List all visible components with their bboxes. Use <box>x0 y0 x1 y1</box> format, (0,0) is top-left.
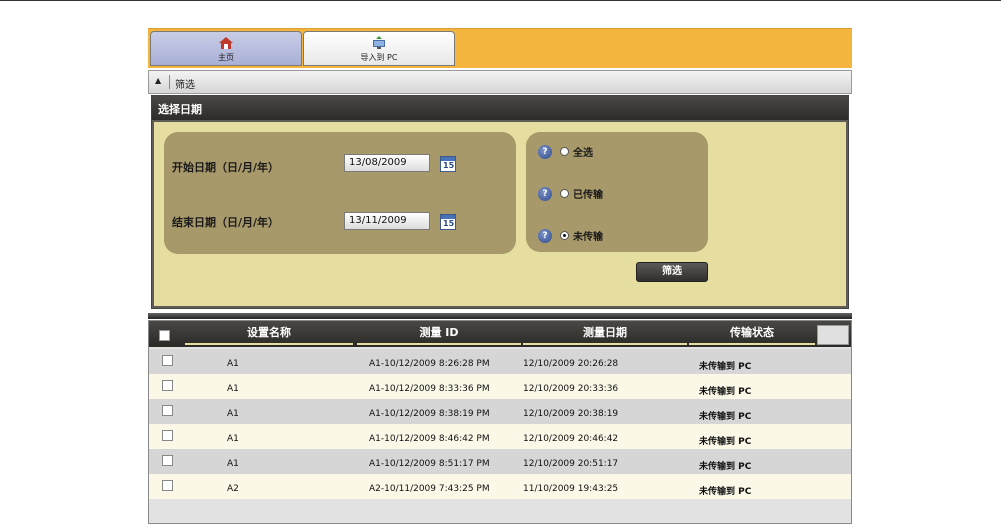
cell-setting-name: A1 <box>227 384 239 394</box>
cell-setting-name: A1 <box>227 359 239 369</box>
divider <box>169 75 170 89</box>
cell-measurement-id: A1-10/12/2009 8:38:19 PM <box>369 409 490 419</box>
row-checkbox[interactable] <box>162 380 173 391</box>
cell-transfer-status: 未传输到 PC <box>699 362 752 372</box>
help-icon[interactable]: ? <box>538 144 552 159</box>
radio-transferred[interactable] <box>560 189 569 198</box>
column-header-measurement-date[interactable]: 测量日期 <box>523 323 687 345</box>
cell-setting-name: A1 <box>227 409 239 419</box>
cell-measurement-date: 12/10/2009 20:51:17 <box>523 459 619 469</box>
top-border <box>0 0 1001 1</box>
splitter[interactable] <box>148 313 852 319</box>
start-date-input[interactable]: 13/08/2009 <box>344 154 430 172</box>
app-window: 主页 导入到 PC ▲ 筛选 选择日期 开始日期（日/月/年） 13/08/20… <box>148 28 852 524</box>
date-range-group: 开始日期（日/月/年） 13/08/2009 15 结束日期（日/月/年） 13… <box>164 132 516 254</box>
select-all-checkbox[interactable] <box>159 330 170 341</box>
option-transferred-label: 已传输 <box>573 190 603 201</box>
cell-measurement-id: A1-10/12/2009 8:51:17 PM <box>369 459 490 469</box>
option-all[interactable]: ? 全选 <box>538 144 593 159</box>
cell-measurement-date: 12/10/2009 20:26:28 <box>523 359 619 369</box>
panel-title: 选择日期 <box>152 96 848 120</box>
row-checkbox[interactable] <box>162 405 173 416</box>
cell-setting-name: A1 <box>227 459 239 469</box>
cell-measurement-id: A1-10/12/2009 8:46:42 PM <box>369 434 490 444</box>
cell-measurement-date: 12/10/2009 20:46:42 <box>523 434 619 444</box>
tab-export-label: 导入到 PC <box>360 53 398 62</box>
start-date-label: 开始日期（日/月/年） <box>172 161 280 174</box>
column-header-measurement-id[interactable]: 测量 ID <box>357 323 521 345</box>
table-row[interactable]: A1 A1-10/12/2009 8:26:28 PM 12/10/2009 2… <box>149 349 851 374</box>
row-checkbox[interactable] <box>162 355 173 366</box>
row-checkbox[interactable] <box>162 480 173 491</box>
tab-export-to-pc[interactable]: 导入到 PC <box>303 31 455 66</box>
measurement-table: 设置名称 测量 ID 测量日期 传输状态 A1 A1-10/12/2009 8:… <box>148 320 852 524</box>
cell-measurement-id: A1-10/12/2009 8:33:36 PM <box>369 384 490 394</box>
filter-panel: 选择日期 开始日期（日/月/年） 13/08/2009 15 结束日期（日/月/… <box>151 95 849 309</box>
table-row[interactable]: A1 A1-10/12/2009 8:46:42 PM 12/10/2009 2… <box>149 424 851 449</box>
column-header-setting-name[interactable]: 设置名称 <box>185 323 353 345</box>
end-date-input[interactable]: 13/11/2009 <box>344 212 430 230</box>
start-calendar-icon[interactable]: 15 <box>440 156 456 172</box>
collapse-arrow-icon[interactable]: ▲ <box>155 76 161 85</box>
export-to-pc-icon <box>373 36 385 49</box>
row-checkbox[interactable] <box>162 430 173 441</box>
radio-not-transferred[interactable] <box>560 231 569 240</box>
cell-transfer-status: 未传输到 PC <box>699 462 752 472</box>
transfer-status-group: ? 全选 ? 已传输 ? 未传输 <box>526 132 708 252</box>
panel-body: 开始日期（日/月/年） 13/08/2009 15 结束日期（日/月/年） 13… <box>154 122 846 306</box>
cell-measurement-id: A2-10/11/2009 7:43:25 PM <box>369 484 490 494</box>
cell-transfer-status: 未传输到 PC <box>699 387 752 397</box>
cell-transfer-status: 未传输到 PC <box>699 437 752 447</box>
table-row[interactable]: A1 A1-10/12/2009 8:38:19 PM 12/10/2009 2… <box>149 399 851 424</box>
option-all-label: 全选 <box>573 148 593 159</box>
cell-measurement-id: A1-10/12/2009 8:26:28 PM <box>369 359 490 369</box>
column-header-transfer-status[interactable]: 传输状态 <box>689 323 815 345</box>
cell-setting-name: A1 <box>227 434 239 444</box>
radio-all[interactable] <box>560 147 569 156</box>
cell-transfer-status: 未传输到 PC <box>699 412 752 422</box>
option-not-transferred-label: 未传输 <box>573 232 603 243</box>
end-calendar-icon[interactable]: 15 <box>440 214 456 230</box>
filter-bar-label: 筛选 <box>175 80 195 91</box>
cell-measurement-date: 12/10/2009 20:38:19 <box>523 409 619 419</box>
filter-button[interactable]: 筛选 <box>636 262 708 282</box>
help-icon[interactable]: ? <box>538 228 552 243</box>
tab-bar: 主页 导入到 PC <box>148 28 852 68</box>
cell-measurement-date: 11/10/2009 19:43:25 <box>523 484 619 494</box>
table-row[interactable]: A1 A1-10/12/2009 8:33:36 PM 12/10/2009 2… <box>149 374 851 399</box>
tab-home-label: 主页 <box>218 53 234 62</box>
option-transferred[interactable]: ? 已传输 <box>538 186 603 201</box>
filter-collapse-bar[interactable]: ▲ 筛选 <box>148 70 852 94</box>
table-row[interactable]: A1 A1-10/12/2009 8:51:17 PM 12/10/2009 2… <box>149 449 851 474</box>
option-not-transferred[interactable]: ? 未传输 <box>538 228 603 243</box>
header-end-cell <box>817 325 849 345</box>
row-checkbox[interactable] <box>162 455 173 466</box>
cell-setting-name: A2 <box>227 484 239 494</box>
cell-measurement-date: 12/10/2009 20:33:36 <box>523 384 619 394</box>
end-date-label: 结束日期（日/月/年） <box>172 216 280 229</box>
table-row[interactable]: A2 A2-10/11/2009 7:43:25 PM 11/10/2009 1… <box>149 474 851 499</box>
home-icon <box>219 37 233 49</box>
table-header: 设置名称 测量 ID 测量日期 传输状态 <box>149 321 851 347</box>
tab-home[interactable]: 主页 <box>150 31 302 66</box>
help-icon[interactable]: ? <box>538 186 552 201</box>
cell-transfer-status: 未传输到 PC <box>699 487 752 497</box>
